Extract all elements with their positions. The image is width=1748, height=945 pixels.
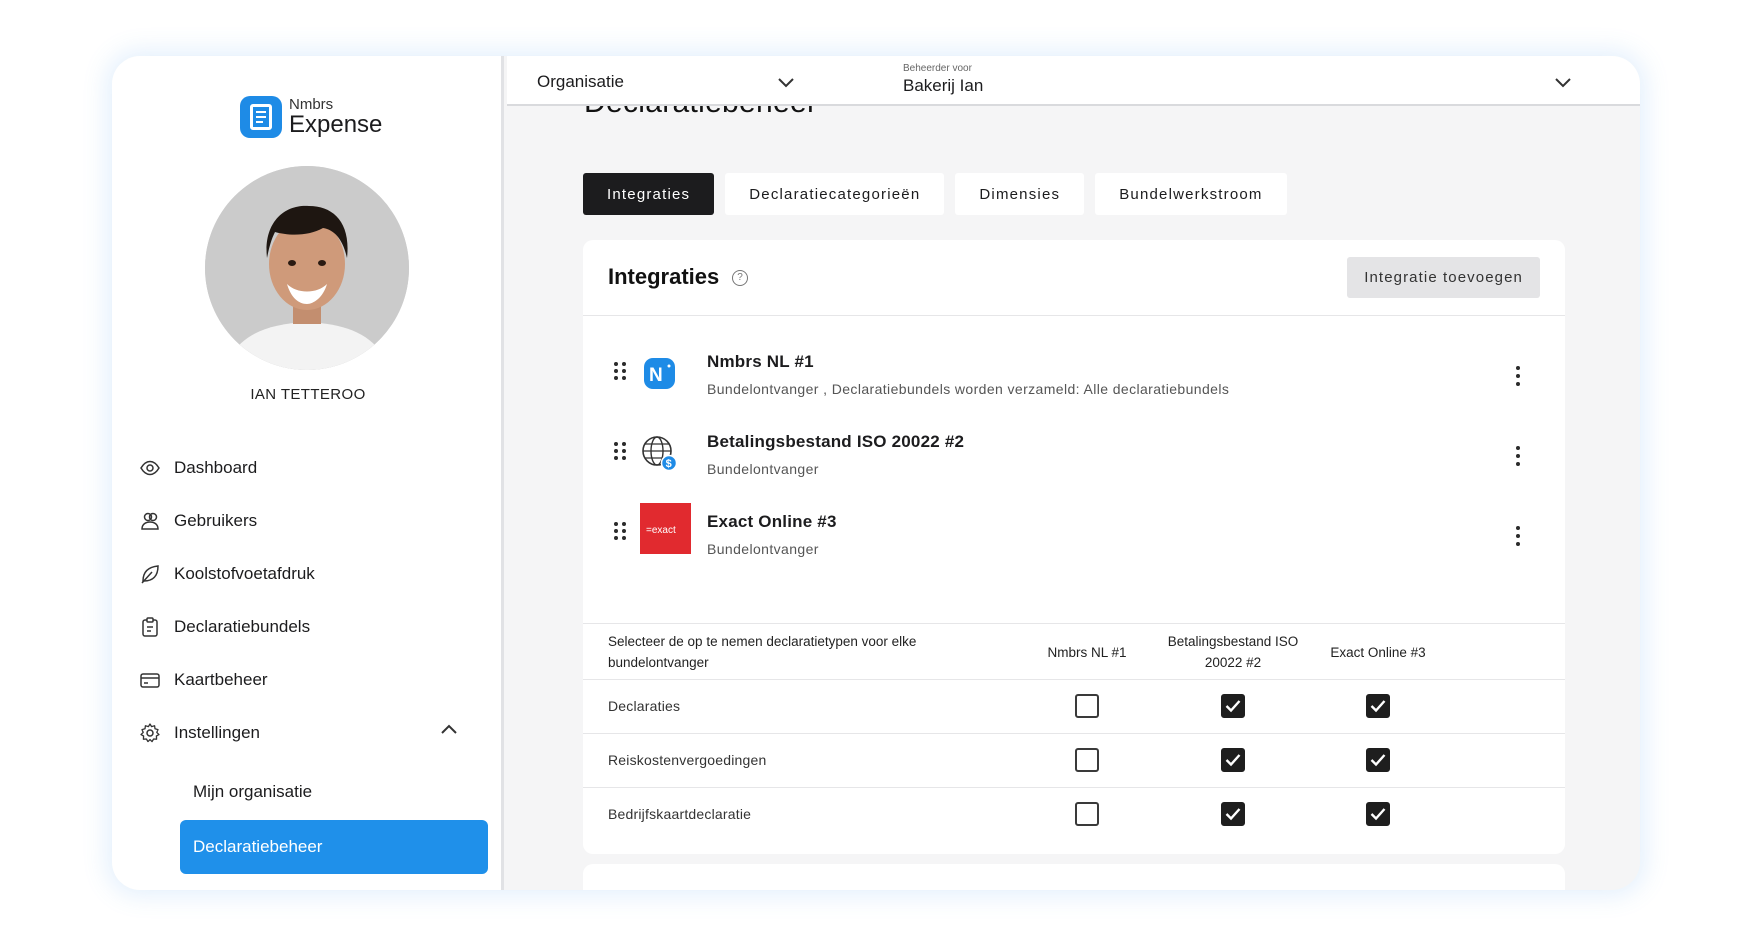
sidebar-item-label: Dashboard [174,457,258,477]
sidebar-item-expense-bundles[interactable]: Declaratiebundels [136,600,476,653]
sidebar: Nmbrs Expense IAN TETTEROO Dashboard Geb… [112,56,504,890]
leaf-icon [139,563,161,585]
sidebar-item-label: Declaratiebundels [174,616,311,636]
sidebar-item-card-management[interactable]: Kaartbeheer [136,653,476,706]
tab-expense-categories[interactable]: Declaratiecategorieën [725,173,945,215]
organisation-dropdown-label[interactable]: Organisatie [537,72,624,92]
integrations-title: Integraties [608,264,720,289]
checkbox[interactable] [1366,802,1390,826]
integration-name: Nmbrs NL #1 [707,352,814,371]
logo-small-text: Nmbrs [289,96,334,113]
sidebar-subitem-label: Mijn organisatie [193,782,313,801]
administrator-for-label: Beheerder voor [903,63,972,74]
integration-name: Betalingsbestand ISO 20022 #2 [707,432,965,451]
tab-bundle-workflow[interactable]: Bundelwerkstroom [1095,173,1287,215]
chevron-down-icon[interactable] [1554,76,1572,94]
sidebar-item-users[interactable]: Gebruikers [136,494,476,547]
eye-icon [139,457,161,479]
integration-row: =exact Exact Online #3 Bundelontvanger [583,500,1565,580]
checkbox[interactable] [1075,802,1099,826]
more-options-icon[interactable] [1515,446,1521,466]
sidebar-subitem-expense-management[interactable]: Declaratiebeheer [180,820,488,874]
integrations-card: Integraties ? Integratie toevoegen N Nmb… [583,240,1565,854]
nmbrs-logo-text: N [649,365,663,386]
table-row: Declaraties [583,680,1565,734]
checkbox[interactable] [1221,802,1245,826]
help-icon[interactable]: ? [732,270,748,286]
receipt-icon [240,96,282,138]
user-name: IAN TETTEROO [250,386,366,403]
column-header: Exact Online #3 [1330,645,1426,660]
table-row: Reiskostenvergoedingen [583,734,1565,788]
expense-type-label: Declaraties [608,698,681,714]
sidebar-item-carbon-footprint[interactable]: Koolstofvoetafdruk [136,547,476,600]
logo-big-text: Expense [289,111,383,138]
avatar[interactable] [205,166,409,370]
chevron-up-icon[interactable] [440,722,458,740]
tab-dimensions[interactable]: Dimensies [955,173,1085,215]
drag-handle-icon[interactable] [614,442,628,462]
checkbox[interactable] [1075,748,1099,772]
table-row: Bedrijfskaartdeclaratie [583,788,1565,842]
administrator-for-dropdown[interactable]: Bakerij Ian [903,76,983,96]
table-header-description: Selecteer de op te nemen declaratietypen… [608,634,917,670]
main-content: Organisatie Beheerder voor Bakerij Ian D… [507,56,1640,890]
integration-description: Bundelontvanger , Declaratiebundels word… [707,381,1230,397]
tab-integrations[interactable]: Integraties [583,173,715,215]
expense-type-label: Bedrijfskaartdeclaratie [608,806,752,822]
tab-bar: Integraties Declaratiecategorieën Dimens… [583,173,1287,215]
sidebar-item-label: Instellingen [174,722,261,742]
checkbox[interactable] [1075,694,1099,718]
checkbox[interactable] [1221,694,1245,718]
divider [583,315,1565,316]
checkbox[interactable] [1366,748,1390,772]
integration-row: $ Betalingsbestand ISO 20022 #2 Bundelon… [583,420,1565,500]
globe-dollar-icon: $ [640,434,678,472]
sidebar-subitem-my-organisation[interactable]: Mijn organisatie [180,765,488,819]
nmbrs-logo-icon: N [640,354,678,392]
gear-icon [139,722,161,744]
sidebar-nav: Dashboard Gebruikers Koolstofvoetafdruk … [136,441,476,759]
more-options-icon[interactable] [1515,366,1521,386]
sidebar-item-settings[interactable]: Instellingen [136,706,476,759]
app-logo[interactable]: Nmbrs Expense [240,96,382,138]
checkbox[interactable] [1366,694,1390,718]
svg-text:$: $ [666,458,672,470]
expense-type-label: Reiskostenvergoedingen [608,752,767,768]
integration-description: Bundelontvanger [707,461,819,477]
sidebar-subitem-label: Declaratiebeheer [193,837,323,856]
column-header: Betalingsbestand ISO 20022 #2 [1167,634,1299,670]
add-integration-button[interactable]: Integratie toevoegen [1347,257,1540,298]
app-window: Nmbrs Expense IAN TETTEROO Dashboard Geb… [112,56,1640,890]
drag-handle-icon[interactable] [614,522,628,542]
exact-logo-icon: =exact [640,503,691,554]
column-header: Nmbrs NL #1 [1047,645,1127,660]
topbar: Organisatie Beheerder voor Bakerij Ian [507,56,1640,106]
drag-handle-icon[interactable] [614,362,628,382]
sidebar-item-label: Kaartbeheer [174,669,268,689]
integration-description: Bundelontvanger [707,541,819,557]
clipboard-icon [139,616,161,638]
integration-row: N Nmbrs NL #1 Bundelontvanger , Declarat… [583,340,1565,420]
exact-logo-text: =exact [646,525,676,536]
next-card [583,864,1565,890]
more-options-icon[interactable] [1515,526,1521,546]
sidebar-item-label: Gebruikers [174,510,258,530]
users-icon [139,510,161,532]
checkbox[interactable] [1221,748,1245,772]
chevron-down-icon[interactable] [777,76,795,94]
table-header: Selecteer de op te nemen declaratietypen… [583,624,1565,680]
sidebar-item-label: Koolstofvoetafdruk [174,563,315,583]
sidebar-item-dashboard[interactable]: Dashboard [136,441,476,494]
integration-name: Exact Online #3 [707,512,837,531]
card-icon [139,669,161,691]
